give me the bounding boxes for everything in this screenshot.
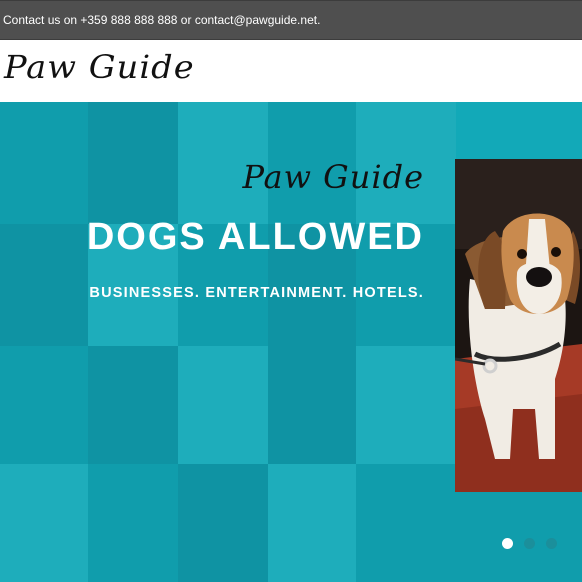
hero-background-tile bbox=[178, 346, 268, 464]
hero-subtitle: BUSINESSES. ENTERTAINMENT. HOTELS. bbox=[89, 285, 424, 301]
hero-background-tile bbox=[88, 102, 178, 224]
hero-slider: Paw Guide DOGS ALLOWED BUSINESSES. ENTER… bbox=[0, 102, 582, 582]
site-header: Paw Guide bbox=[0, 40, 582, 102]
beagle-dog-photo bbox=[455, 159, 582, 492]
contact-text: Contact us on +359 888 888 888 or contac… bbox=[3, 13, 321, 27]
site-logo[interactable]: Paw Guide bbox=[4, 48, 195, 86]
hero-background-tile bbox=[88, 464, 178, 582]
contact-bar: Contact us on +359 888 888 888 or contac… bbox=[0, 0, 582, 40]
slide-dot-3[interactable] bbox=[546, 538, 557, 549]
hero-background-tile bbox=[356, 346, 456, 464]
slide-dot-2[interactable] bbox=[524, 538, 535, 549]
dog-image bbox=[455, 159, 582, 492]
hero-background-tile bbox=[0, 224, 88, 346]
hero-background-tile bbox=[268, 464, 356, 582]
hero-background-tile bbox=[88, 346, 178, 464]
hero-title: DOGS ALLOWED bbox=[86, 216, 424, 258]
hero-background-tile bbox=[0, 464, 88, 582]
hero-background-tile bbox=[178, 464, 268, 582]
hero-logo: Paw Guide bbox=[242, 158, 424, 196]
hero-background-tile bbox=[0, 346, 88, 464]
hero-background-tile bbox=[0, 102, 88, 224]
hero-background-tile bbox=[268, 346, 356, 464]
slide-dot-1[interactable] bbox=[502, 538, 513, 549]
